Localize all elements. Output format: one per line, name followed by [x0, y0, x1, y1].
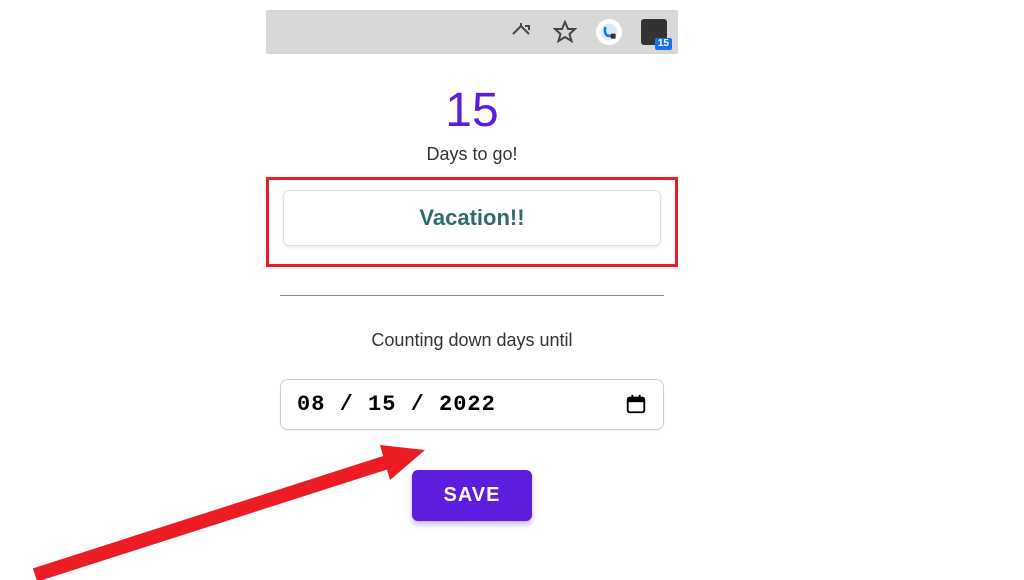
divider: [280, 295, 664, 296]
countdown-number: 15: [266, 85, 678, 138]
star-icon[interactable]: [552, 19, 578, 45]
extension-badge: 15: [655, 38, 672, 50]
days-to-go-label: Days to go!: [266, 144, 678, 165]
share-icon[interactable]: [508, 19, 534, 45]
countdown-app: 15 Days to go! Vacation!! Counting down …: [266, 85, 678, 521]
calendar-icon[interactable]: [625, 393, 647, 415]
date-value: 08 / 15 / 2022: [297, 392, 496, 417]
browser-toolbar: 15: [266, 10, 678, 54]
event-title-text: Vacation!!: [284, 205, 660, 231]
extension-icon-2[interactable]: 15: [640, 18, 668, 46]
counting-down-label: Counting down days until: [266, 330, 678, 351]
save-button[interactable]: SAVE: [412, 470, 533, 521]
date-input[interactable]: 08 / 15 / 2022: [280, 379, 664, 430]
highlight-annotation: Vacation!!: [266, 177, 678, 267]
event-title-input[interactable]: Vacation!!: [283, 190, 661, 246]
extension-icon-1[interactable]: [596, 19, 622, 45]
